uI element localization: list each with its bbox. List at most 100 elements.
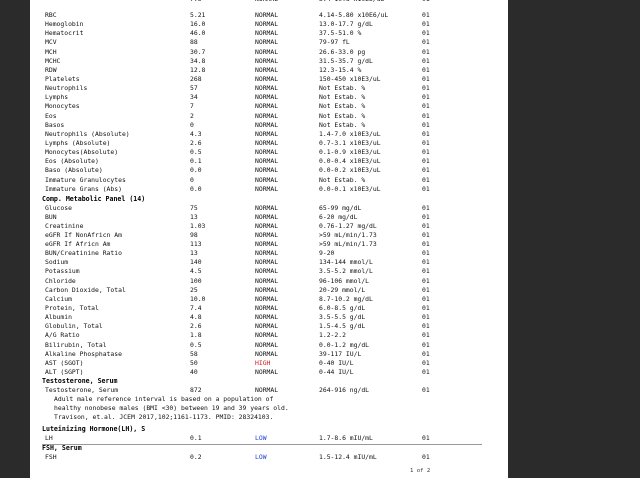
- result-value: 10.0: [190, 294, 206, 303]
- lab-code: 01: [422, 240, 430, 249]
- reference-range: 0.76-1.27 mg/dL: [319, 221, 377, 230]
- test-name: Platelets: [45, 74, 80, 83]
- test-name: Bilirubin, Total: [45, 340, 107, 349]
- test-name: eGFR If NonAfricn Am: [45, 230, 122, 239]
- result-value: 0.5: [190, 148, 202, 157]
- result-flag: NORMAL: [255, 129, 279, 138]
- lab-code: 01: [422, 65, 430, 74]
- result-row-bun-creatinine-ratio: BUN/Creatinine Ratio 13 NORMAL 9-20 01: [30, 249, 508, 258]
- lab-code: 01: [422, 120, 430, 129]
- test-name: Basos: [45, 120, 65, 129]
- result-row-egfr-if-africn-am: eGFR If Africn Am 113 NORMAL >59 mL/min/1.7…: [30, 240, 508, 249]
- lab-code: 01: [422, 29, 430, 38]
- result-row-bun: BUN 13 NORMAL 6-20 mg/dL 01: [30, 213, 508, 222]
- result-value: 0: [190, 120, 194, 129]
- test-name: BUN: [45, 212, 57, 221]
- result-row-basos: Basos 0 NORMAL Not Estab. % 01: [30, 121, 508, 130]
- result-row-mcv: MCV 88 NORMAL 79-97 fL 01: [30, 38, 508, 47]
- lab-code: 01: [422, 349, 430, 358]
- result-row-protein-total: Protein, Total 7.4 NORMAL 6.0-8.5 g/dL 01: [30, 304, 508, 313]
- result-row-glucose: Glucose 75 NORMAL 65-99 mg/dL 01: [30, 204, 508, 213]
- lab-code: 01: [422, 148, 430, 157]
- result-value: 5.21: [190, 11, 206, 19]
- result-row-immature-granulocytes: Immature Granulocytes 0 NORMAL Not Estab. %…: [30, 176, 508, 185]
- report-page: 7.5 NORMAL 3.4-10.8 x10E3/uL 01 RBC 5.21 NORMA…: [30, 0, 508, 478]
- test-name: FSH: [45, 453, 57, 461]
- reference-range: 3.5-5.2 mmol/L: [319, 267, 373, 276]
- reference-range: >59 mL/min/1.73: [319, 240, 377, 249]
- result-value: 57: [190, 84, 198, 93]
- result-value: 16.0: [190, 20, 206, 29]
- reference-range: 0.0-0.1 x10E3/uL: [319, 184, 381, 193]
- lab-code: 01: [422, 175, 430, 184]
- test-name: Eos: [45, 111, 57, 120]
- result-row-monocytes: Monocytes 7 NORMAL Not Estab. % 01: [30, 102, 508, 111]
- result-flag: HIGH: [255, 358, 271, 367]
- result-value: 4.5: [190, 267, 202, 276]
- result-value: 12.8: [190, 65, 206, 74]
- result-row-creatinine: Creatinine 1.03 NORMAL 0.76-1.27 mg/dL 01: [30, 222, 508, 231]
- result-row-baso-absolute: Baso (Absolute) 0.0 NORMAL 0.0-0.2 x10E3/uL…: [30, 166, 508, 175]
- result-flag: NORMAL: [255, 212, 279, 221]
- result-flag: LOW: [255, 453, 267, 461]
- lab-code: 01: [422, 358, 430, 367]
- result-value: 34: [190, 93, 198, 102]
- reference-range: 31.5-35.7 g/dL: [319, 56, 373, 65]
- result-flag: NORMAL: [255, 340, 279, 349]
- result-flag: NORMAL: [255, 221, 279, 230]
- test-name: Immature Granulocytes: [45, 175, 126, 184]
- lab-code: 01: [422, 313, 430, 322]
- test-name: Alkaline Phosphatase: [45, 349, 122, 358]
- result-value: 40: [190, 368, 198, 377]
- result-row-calcium: Calcium 10.0 NORMAL 8.7-10.2 mg/dL 01: [30, 295, 508, 304]
- result-flag: NORMAL: [255, 294, 279, 303]
- lab-code: 01: [422, 166, 430, 175]
- lab-code: 01: [422, 368, 430, 377]
- result-note: Adult male reference interval is based o…: [54, 395, 274, 403]
- result-value: 0.0: [190, 184, 202, 193]
- reference-range: Not Estab. %: [319, 111, 366, 120]
- lab-code: 01: [422, 0, 430, 4]
- result-row-mchc: MCHC 34.8 NORMAL 31.5-35.7 g/dL 01: [30, 57, 508, 66]
- result-note: healthy nonobese males (BMI <30) between…: [54, 404, 289, 412]
- result-row-monocytes-absolute: Monocytes(Absolute) 0.5 NORMAL 0.1-0.9 x10E…: [30, 148, 508, 157]
- reference-range: 65-99 mg/dL: [319, 203, 362, 212]
- result-value: 2.6: [190, 138, 202, 147]
- result-flag: NORMAL: [255, 56, 279, 65]
- lab-code: 01: [422, 56, 430, 65]
- result-row-testosterone-serum: Testosterone, Serum 872 NORMAL 264-916 ng/d…: [30, 386, 508, 395]
- test-name: Eos (Absolute): [45, 157, 99, 166]
- test-name: Lymphs: [45, 93, 69, 102]
- reference-range: 20-29 mmol/L: [319, 285, 366, 294]
- lab-code: 01: [422, 386, 430, 394]
- lab-code: 01: [422, 74, 430, 83]
- reference-range: 0-40 IU/L: [319, 358, 354, 367]
- result-flag: NORMAL: [255, 349, 279, 358]
- result-flag: NORMAL: [255, 304, 279, 313]
- test-name: MCH: [45, 47, 57, 56]
- result-flag: NORMAL: [255, 93, 279, 102]
- result-flag: NORMAL: [255, 322, 279, 331]
- result-note: Travison, et.al. JCEM 2017,102;1161-1173…: [54, 413, 274, 421]
- result-value: 7: [190, 102, 194, 111]
- result-flag: NORMAL: [255, 157, 279, 166]
- lab-code: 01: [422, 84, 430, 93]
- lab-code: 01: [422, 340, 430, 349]
- lab-code: 01: [422, 212, 430, 221]
- result-row-hematocrit: Hematocrit 46.0 NORMAL 37.5-51.0 % 01: [30, 29, 508, 38]
- lab-code: 01: [422, 93, 430, 102]
- test-name: MCHC: [45, 56, 61, 65]
- result-row-potassium: Potassium 4.5 NORMAL 3.5-5.2 mmol/L 01: [30, 267, 508, 276]
- test-name: RDW: [45, 65, 57, 74]
- lab-code: 01: [422, 331, 430, 340]
- result-flag: NORMAL: [255, 111, 279, 120]
- result-row-alkaline-phosphatase: Alkaline Phosphatase 58 NORMAL 39-117 IU/L 0…: [30, 350, 508, 359]
- test-name: Glucose: [45, 203, 72, 212]
- result-row-globulin-total: Globulin, Total 2.6 NORMAL 1.5-4.5 g/dL 01: [30, 322, 508, 331]
- reference-range: 6-20 mg/dL: [319, 212, 358, 221]
- result-flag: NORMAL: [255, 230, 279, 239]
- reference-range: 12.3-15.4 %: [319, 65, 362, 74]
- test-name: Neutrophils (Absolute): [45, 129, 130, 138]
- result-value: 2: [190, 111, 194, 120]
- result-value: 98: [190, 230, 198, 239]
